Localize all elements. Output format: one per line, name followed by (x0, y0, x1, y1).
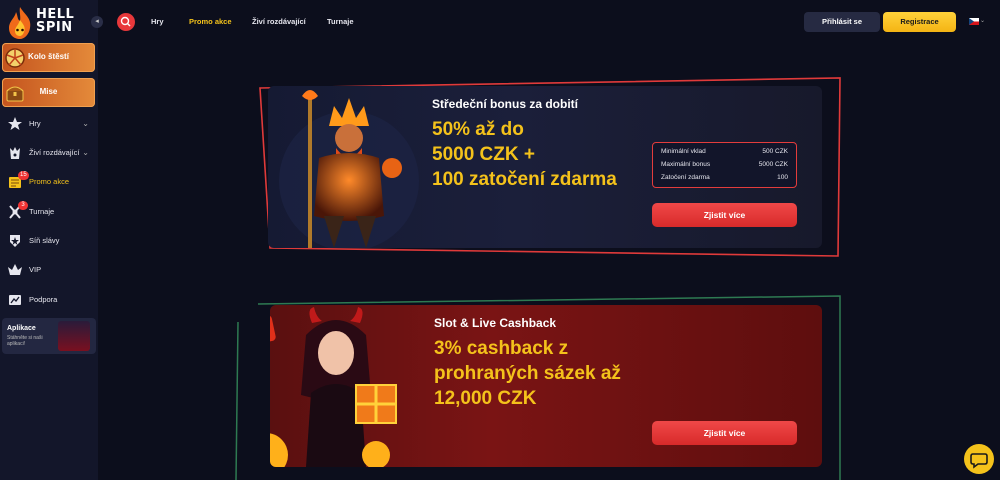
top-nav-promotions[interactable]: Promo akce (189, 17, 232, 26)
learn-more-button[interactable]: Zjistit více (652, 203, 797, 227)
crown-icon (8, 264, 22, 275)
promo-tile-fortune-wheel[interactable]: Kolo štěstí (2, 43, 95, 72)
live-chat-button[interactable] (964, 444, 994, 474)
sidebar-item-promotions[interactable]: 15 Promo akce (0, 169, 98, 195)
promo-tile-label: Mise (39, 87, 58, 96)
sidebar-item-tournaments[interactable]: 3 Turnaje (0, 199, 98, 225)
promo-headline: 3% cashback z prohraných sázek až 12,000… (434, 336, 664, 411)
register-button[interactable]: Registrace (883, 12, 956, 32)
hall-of-fame-icon (10, 235, 20, 247)
fire-king-illustration (279, 90, 419, 248)
detail-label: Zatočení zdarma (661, 174, 710, 181)
logo[interactable]: HELL SPIN (6, 4, 86, 40)
app-phone-image (58, 321, 90, 351)
detail-value: 5000 CZK (758, 161, 788, 168)
sidebar-item-label: Promo akce (29, 177, 70, 186)
promo-headline-line: 3% cashback z (434, 338, 569, 359)
sidebar-item-hall-of-fame[interactable]: Síň slávy (0, 228, 98, 254)
top-nav-games[interactable]: Hry (151, 17, 164, 26)
promotions-count-badge: 15 (18, 171, 29, 180)
login-button[interactable]: Přihlásit se (804, 12, 880, 32)
sidebar-item-label: Turnaje (29, 207, 55, 216)
detail-row: Zatočení zdarma 100 (661, 172, 788, 184)
promo-details-table: Minimální vklad 500 CZK Maximální bonus … (652, 142, 797, 188)
chevron-down-icon: ⌄ (82, 148, 89, 157)
promo-headline-line: 12,000 CZK (434, 388, 537, 409)
promo-tile-label: Kolo štěstí (28, 52, 69, 61)
app-download-card[interactable]: Aplikace Stáhněte si naši aplikaci! (2, 318, 96, 354)
sidebar-item-label: Podpora (29, 295, 58, 304)
flame-logo-icon (9, 7, 31, 39)
tournaments-count-badge: 3 (18, 201, 28, 210)
top-nav-tournaments[interactable]: Turnaje (327, 17, 354, 26)
detail-row: Minimální vklad 500 CZK (661, 146, 788, 158)
top-nav-live-dealers[interactable]: Živí rozdávající (252, 17, 306, 26)
promo-tile-missions[interactable]: Mise (2, 78, 95, 107)
sidebar-item-games[interactable]: Hry ⌄ (0, 111, 98, 137)
promo-title: Středeční bonus za dobití (432, 97, 579, 111)
sidebar-item-live-dealers[interactable]: Živí rozdávající ⌄ (0, 140, 98, 166)
detail-value: 500 CZK (762, 148, 788, 155)
sidebar-item-label: VIP (29, 265, 42, 274)
sidebar-item-support[interactable]: Podpora (0, 287, 98, 313)
sidebar-item-label: Živí rozdávající (29, 148, 80, 157)
logo-word-bottom: SPIN (36, 20, 73, 35)
collapse-sidebar-button[interactable]: ◂ (91, 16, 103, 28)
promo-headline-line: 50% až do (432, 119, 524, 140)
sidebar-item-label: Hry (29, 119, 41, 128)
games-icon (8, 117, 22, 130)
sidebar-item-label: Síň slávy (29, 236, 60, 245)
detail-row: Maximální bonus 5000 CZK (661, 159, 788, 171)
detail-label: Maximální bonus (661, 161, 711, 168)
app-title: Aplikace (7, 325, 36, 332)
chat-bubble-icon (970, 453, 988, 469)
promo-title: Slot & Live Cashback (434, 316, 557, 330)
sidebar: HELL SPIN ◂ Kolo štěstí Mise Hry ⌄ Živí … (0, 0, 103, 480)
czech-flag-icon[interactable] (969, 18, 979, 25)
search-button[interactable] (117, 13, 135, 31)
support-icon (9, 295, 21, 305)
devil-girl-illustration (270, 307, 397, 467)
detail-label: Minimální vklad (661, 148, 706, 155)
learn-more-button[interactable]: Zjistit více (652, 421, 797, 445)
detail-value: 100 (777, 174, 788, 181)
chevron-down-icon: ⌄ (82, 119, 89, 128)
live-dealer-icon (10, 147, 20, 159)
search-icon (120, 16, 131, 27)
promo-headline-line: prohraných sázek až (434, 363, 621, 384)
app-subtitle: Stáhněte si naši aplikaci! (7, 335, 43, 347)
language-chevron-icon[interactable]: ⌄ (980, 17, 985, 24)
sidebar-item-vip[interactable]: VIP (0, 257, 98, 283)
